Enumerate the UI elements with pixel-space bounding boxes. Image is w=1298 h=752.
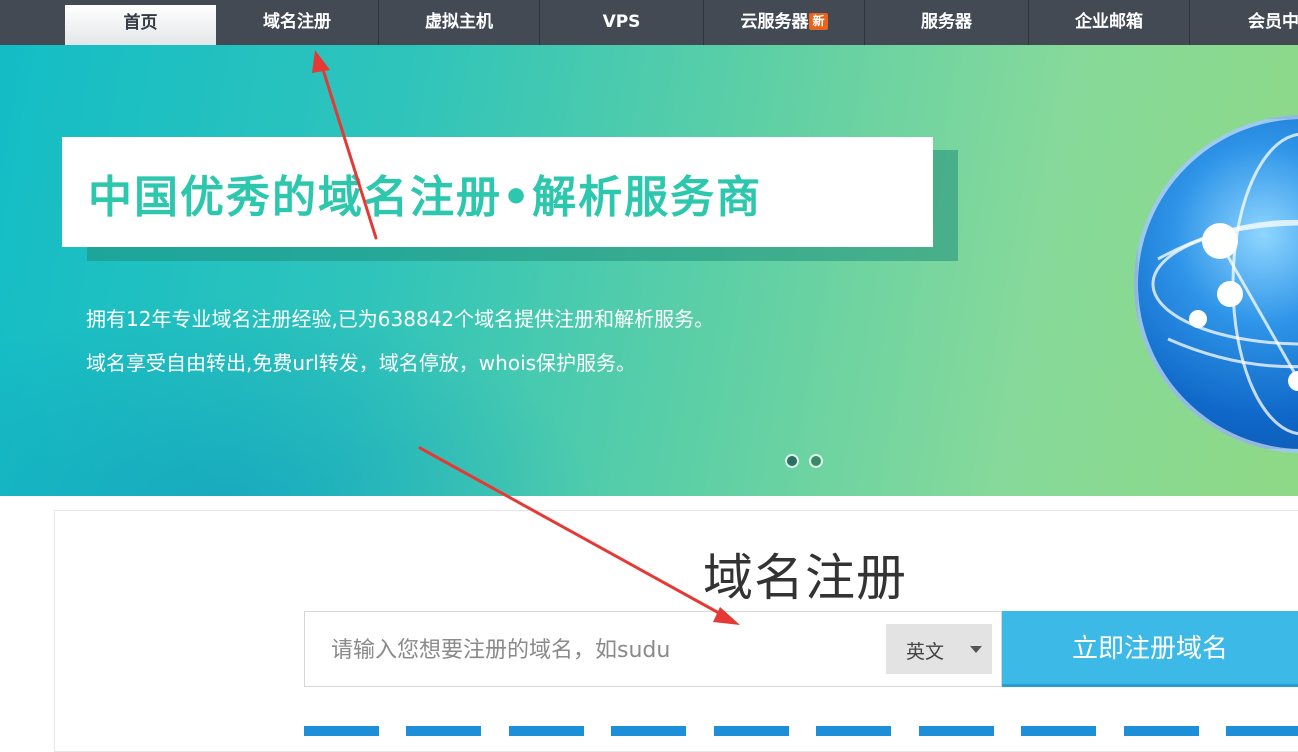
globe-network-icon [1134,115,1298,453]
section-title: 域名注册 [703,549,907,607]
hero-banner: 中国优秀的域名注册•解析服务商 拥有12年专业域名注册经验,已为638842个域… [0,45,1298,496]
tld-tab[interactable] [509,726,584,736]
new-badge: 新 [809,13,828,30]
tld-tab[interactable] [1124,726,1199,736]
nav-item-label: 虚拟主机 [425,12,493,32]
top-navigation: 首页 域名注册 虚拟主机 VPS 云服务器新 服务器 企业邮箱 会员中 [0,0,1298,45]
banner-description-line-2: 域名享受自由转出,免费url转发，域名停放，whois保护服务。 [86,351,637,375]
banner-slogan: 中国优秀的域名注册•解析服务商 [88,172,763,223]
nav-item-domain-register[interactable]: 域名注册 [216,0,379,45]
language-select[interactable]: 英文 [886,624,992,674]
tld-tab[interactable] [611,726,686,736]
nav-item-label: 企业邮箱 [1075,12,1143,32]
nav-item-member-center[interactable]: 会员中 [1190,0,1298,45]
banner-description-line-1: 拥有12年专业域名注册经验,已为638842个域名提供注册和解析服务。 [86,307,715,331]
nav-item-vps[interactable]: VPS [540,0,704,45]
carousel-dot-1[interactable] [785,454,799,468]
nav-item-server[interactable]: 服务器 [865,0,1029,45]
nav-item-home[interactable]: 首页 [65,5,216,45]
tld-tab[interactable] [304,726,379,736]
slogan-box: 中国优秀的域名注册•解析服务商 [62,137,933,247]
tld-tab[interactable] [816,726,891,736]
nav-item-virtual-host[interactable]: 虚拟主机 [379,0,540,45]
nav-item-label: 域名注册 [263,12,331,32]
carousel-dot-2[interactable] [809,454,823,468]
tld-tab[interactable] [406,726,481,736]
nav-item-enterprise-mail[interactable]: 企业邮箱 [1029,0,1190,45]
register-domain-button[interactable]: 立即注册域名 [1002,611,1298,687]
nav-item-label: 云服务器 [740,12,809,32]
language-select-value: 英文 [906,641,945,663]
tld-tab[interactable] [714,726,789,736]
tld-tab[interactable] [1021,726,1096,736]
chevron-down-icon [970,646,982,653]
nav-item-label: VPS [602,12,641,32]
nav-item-label: 首页 [123,13,158,33]
nav-item-label: 会员中 [1248,12,1298,32]
globe-network-graphic [1151,132,1298,436]
nav-item-cloud-server[interactable]: 云服务器新 [704,0,865,45]
domain-search-input[interactable] [306,613,903,687]
tld-tab[interactable] [919,726,994,736]
tld-tab[interactable] [1226,726,1298,736]
nav-item-label: 服务器 [921,12,972,32]
